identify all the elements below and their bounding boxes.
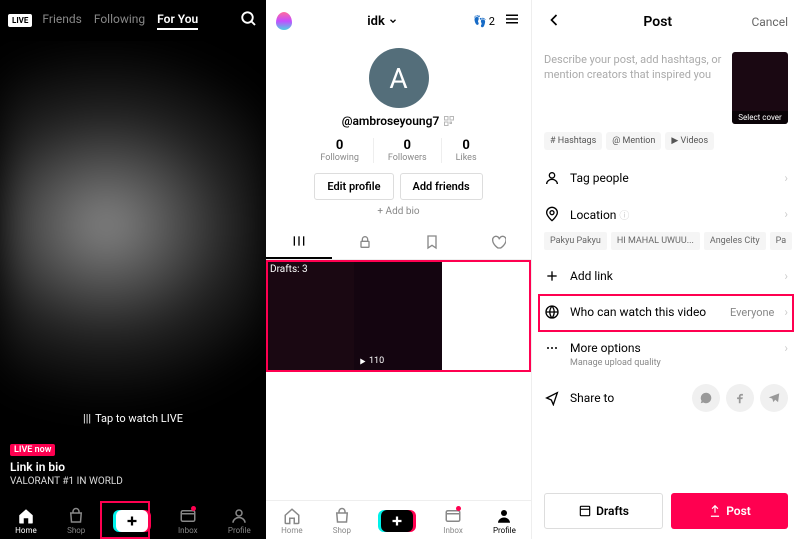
location-chip[interactable]: Pa (770, 232, 793, 250)
nav-profile[interactable]: Profile (493, 507, 516, 535)
chevron-right-icon: › (784, 269, 788, 283)
stat-following[interactable]: 0Following (306, 138, 374, 163)
location-icon (544, 206, 560, 222)
row-tag-people[interactable]: Tag people › (532, 160, 800, 196)
location-chip[interactable]: Pakyu Pakyu (544, 232, 607, 250)
plus-icon (544, 268, 560, 284)
profile-header: idk 👣2 (266, 0, 531, 38)
add-bio-button[interactable]: + Add bio (266, 206, 531, 217)
post-title: Post (643, 14, 672, 30)
cancel-button[interactable]: Cancel (751, 15, 788, 29)
tab-following[interactable]: Following (94, 12, 145, 30)
messenger-icon[interactable] (692, 384, 720, 412)
post-panel: Post Cancel Describe your post, add hash… (532, 0, 800, 539)
avatar[interactable]: A (369, 48, 429, 108)
bottom-nav: Home Shop Inbox Profile (0, 501, 266, 539)
row-privacy[interactable]: Who can watch this video Everyone › (532, 294, 800, 330)
tab-friends[interactable]: Friends (42, 12, 81, 30)
event-icon[interactable] (276, 12, 292, 30)
drafts-cell[interactable]: Drafts: 3 (266, 260, 354, 370)
feed-tabs: Friends Following For You (42, 12, 230, 30)
chevron-right-icon: › (784, 341, 788, 355)
nav-inbox[interactable]: Inbox (443, 507, 463, 535)
edit-profile-button[interactable]: Edit profile (314, 173, 393, 200)
coins-icon[interactable]: 👣2 (473, 15, 495, 28)
location-chip[interactable]: Angeles City (704, 232, 766, 250)
row-location[interactable]: Location ⓘ › (532, 196, 800, 232)
row-share-to: Share to (532, 376, 800, 420)
video-grid: Drafts: 3 110 (266, 260, 531, 370)
video-cell-empty (442, 260, 530, 370)
profile-content-tabs (266, 225, 531, 260)
stat-likes[interactable]: 0Likes (442, 138, 491, 163)
feed-video[interactable]: |⁠|⁠|Tap to watch LIVE LIVE now Link in … (0, 41, 266, 501)
username: @ambroseyoung7 (266, 114, 531, 128)
facebook-icon[interactable] (726, 384, 754, 412)
nav-shop[interactable]: Shop (333, 507, 351, 535)
live-icon[interactable]: LIVE (8, 14, 32, 27)
telegram-icon[interactable] (760, 384, 788, 412)
share-icon (544, 390, 560, 406)
back-icon[interactable] (544, 10, 564, 34)
nav-profile[interactable]: Profile (228, 507, 251, 535)
location-chip[interactable]: HI MAHAL UWUU... (611, 232, 700, 250)
chevron-right-icon: › (784, 207, 788, 221)
drafts-button[interactable]: Drafts (544, 493, 663, 529)
tab-grid[interactable] (266, 225, 332, 259)
tab-saved[interactable] (399, 225, 465, 259)
menu-icon[interactable] (503, 10, 521, 32)
video-cell[interactable]: 110 (354, 260, 442, 370)
profile-panel: idk 👣2 A @ambroseyoung7 0Following 0Foll… (266, 0, 532, 539)
profile-stats: 0Following 0Followers 0Likes (266, 138, 531, 163)
profile-name-dropdown[interactable]: idk (367, 14, 398, 29)
chip-videos[interactable]: ▶ Videos (665, 132, 714, 150)
post-description-input[interactable]: Describe your post, add hashtags, or men… (544, 52, 724, 124)
more-options-sub: Manage upload quality (532, 358, 800, 376)
qr-icon[interactable] (443, 115, 455, 127)
tab-liked[interactable] (465, 225, 531, 259)
post-button[interactable]: Post (671, 493, 788, 529)
tap-to-watch-live[interactable]: |⁠|⁠|Tap to watch LIVE (10, 412, 256, 425)
person-icon (544, 170, 560, 186)
more-icon (544, 340, 560, 356)
feed-caption-title: Link in bio (10, 460, 256, 474)
post-header: Post Cancel (532, 0, 800, 44)
nav-shop[interactable]: Shop (67, 507, 85, 535)
nav-home[interactable]: Home (15, 507, 37, 535)
feed-header: LIVE Friends Following For You (0, 0, 266, 41)
stat-followers[interactable]: 0Followers (374, 138, 442, 163)
nav-home[interactable]: Home (281, 507, 303, 535)
nav-create[interactable] (116, 510, 148, 532)
tab-for-you[interactable]: For You (157, 12, 198, 30)
tab-private[interactable] (332, 225, 398, 259)
live-now-badge: LIVE now (10, 444, 55, 456)
search-icon[interactable] (240, 10, 258, 31)
chip-mention[interactable]: @ Mention (606, 132, 661, 150)
globe-icon (544, 304, 560, 320)
add-friends-button[interactable]: Add friends (400, 173, 483, 200)
feed-caption-sub: VALORANT #1 IN WORLD (10, 476, 256, 487)
row-add-link[interactable]: Add link › (532, 258, 800, 294)
feed-panel: LIVE Friends Following For You |⁠|⁠|Tap … (0, 0, 266, 539)
chevron-right-icon: › (784, 305, 788, 319)
nav-inbox[interactable]: Inbox (178, 507, 198, 535)
nav-create[interactable] (381, 510, 413, 532)
chevron-right-icon: › (784, 171, 788, 185)
select-cover[interactable]: Select cover (732, 52, 788, 124)
bottom-nav: Home Shop Inbox Profile (266, 500, 531, 539)
chip-hashtags[interactable]: # Hashtags (544, 132, 602, 150)
